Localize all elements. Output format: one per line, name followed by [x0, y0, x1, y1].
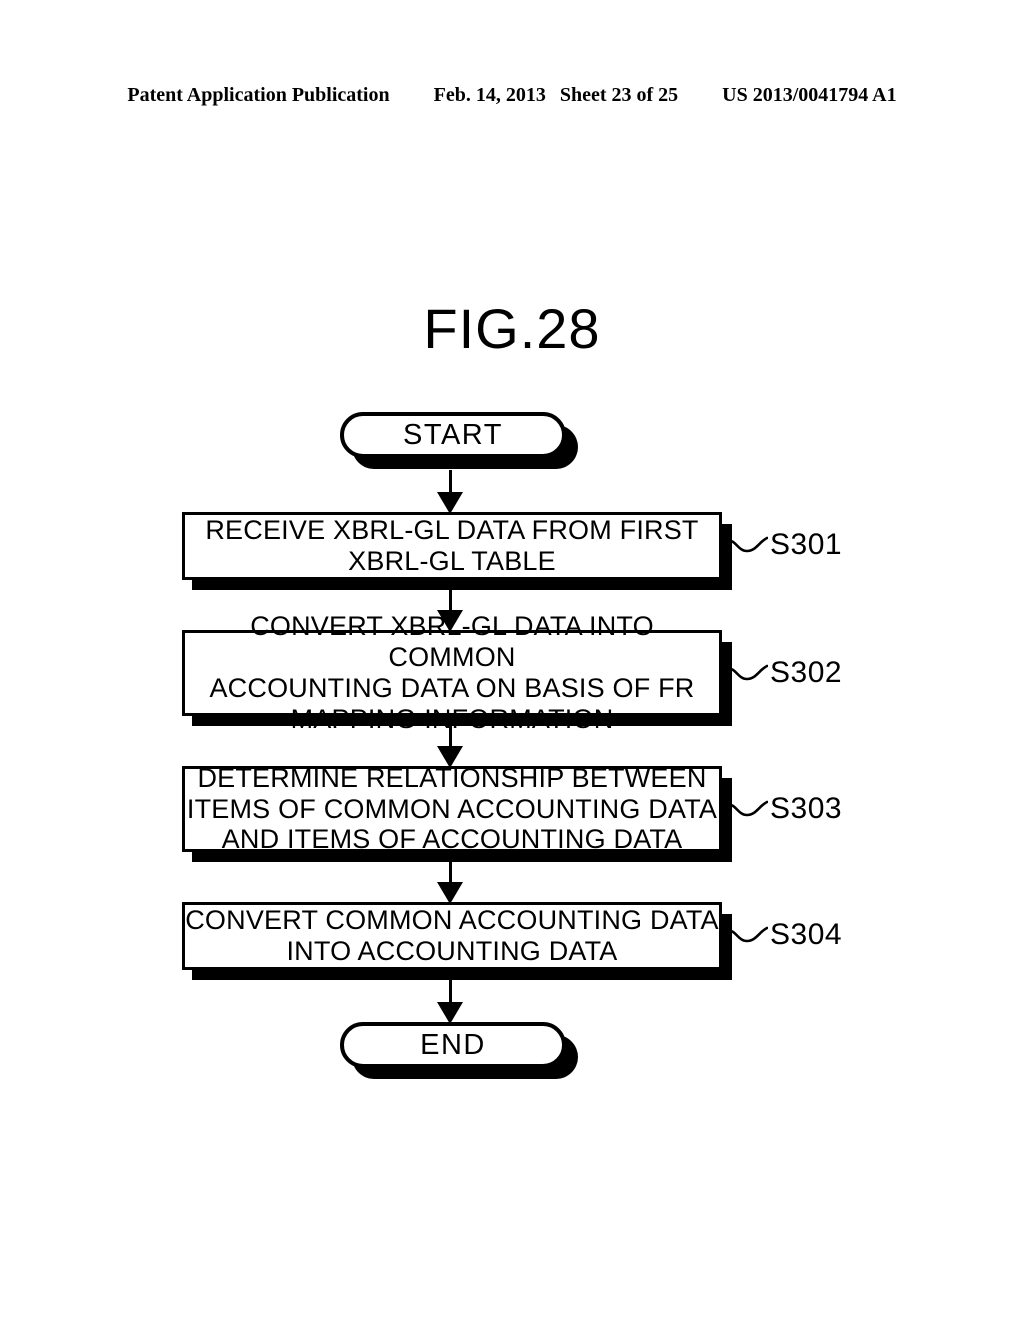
start-node: START — [340, 412, 566, 458]
step-s302-callout: S302 — [726, 656, 842, 690]
step-s302-label: S302 — [770, 656, 843, 689]
step-s302-box: CONVERT XBRL-GL DATA INTO COMMON ACCOUNT… — [182, 611, 722, 734]
step-s301-callout: S301 — [726, 528, 842, 562]
connector-start-to-s301 — [437, 470, 463, 514]
connector-s303-to-s304 — [437, 862, 463, 904]
leader-line-icon — [726, 664, 768, 681]
step-s303-box: DETERMINE RELATIONSHIP BETWEEN ITEMS OF … — [182, 762, 722, 855]
step-s301-label: S301 — [770, 528, 843, 561]
step-s302-text: CONVERT XBRL-GL DATA INTO COMMON ACCOUNT… — [209, 611, 695, 734]
step-s304-label: S304 — [770, 918, 843, 951]
connector-s304-to-end — [437, 980, 463, 1024]
step-s303-callout: S303 — [726, 792, 842, 826]
leader-line-icon — [726, 536, 768, 553]
step-s301-text: RECEIVE XBRL-GL DATA FROM FIRST XBRL-GL … — [205, 515, 699, 576]
leader-line-icon — [726, 926, 768, 943]
step-s304-text: CONVERT COMMON ACCOUNTING DATA INTO ACCO… — [185, 905, 719, 966]
step-s303-label: S303 — [770, 792, 843, 825]
step-s301-box: RECEIVE XBRL-GL DATA FROM FIRST XBRL-GL … — [182, 512, 722, 580]
start-node-label: START — [403, 418, 503, 451]
end-node-label: END — [420, 1028, 486, 1061]
leader-line-icon — [726, 800, 768, 817]
step-s304-callout: S304 — [726, 918, 842, 952]
flowchart-diagram: START RECEIVE XBRL-GL DATA FROM FIRST XB… — [0, 0, 1024, 1320]
step-s303-text: DETERMINE RELATIONSHIP BETWEEN ITEMS OF … — [186, 762, 718, 855]
end-node: END — [340, 1022, 566, 1068]
step-s304-box: CONVERT COMMON ACCOUNTING DATA INTO ACCO… — [182, 902, 722, 970]
